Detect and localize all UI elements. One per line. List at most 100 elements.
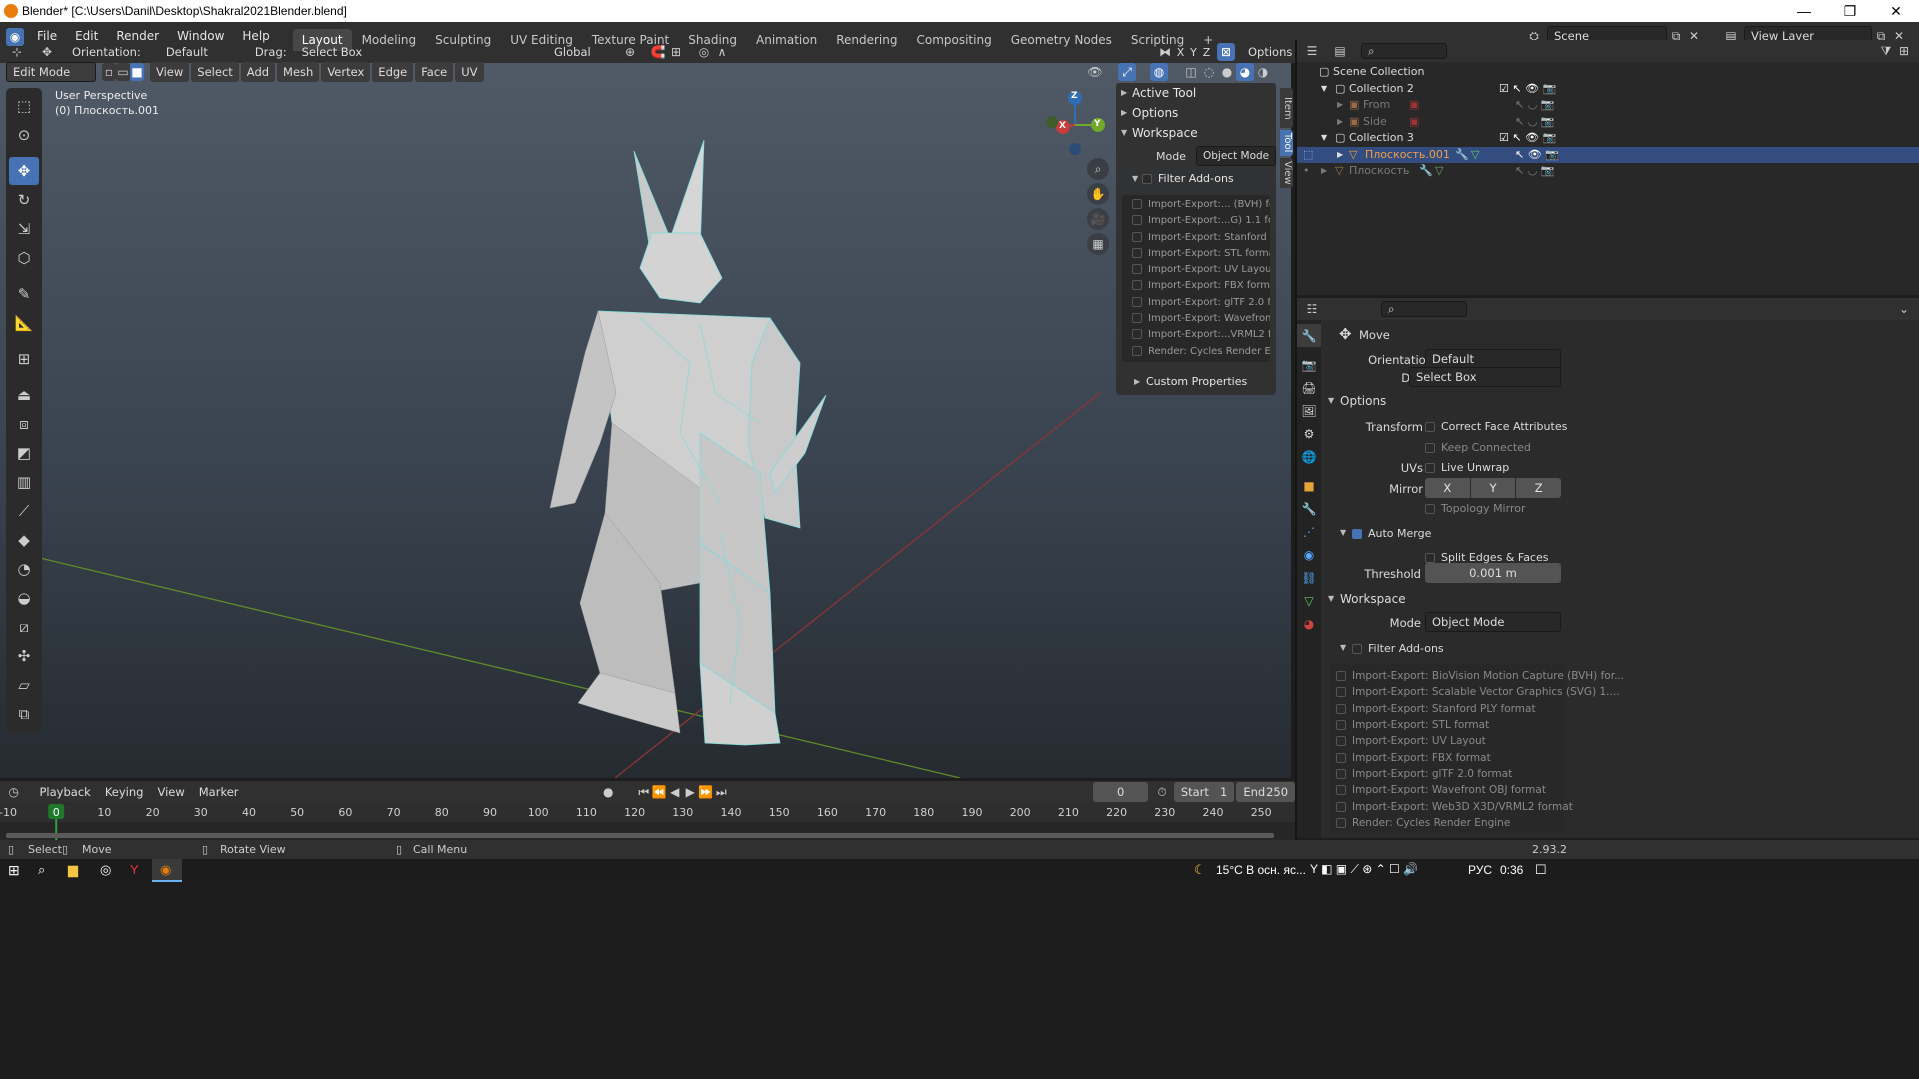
visibility-icon[interactable]: 👁 [1086,63,1104,81]
tab-compositing[interactable]: Compositing [907,29,1000,51]
drag-dropdown[interactable]: Select Box [295,42,367,62]
auto-merge-checkbox[interactable] [1352,528,1362,539]
select-box-tool[interactable]: ⬚ [9,92,39,120]
poly-build-tool[interactable]: ◆ [9,526,39,554]
addon-item[interactable]: Import-Export: FBX format [1122,278,1270,294]
orientation-dropdown[interactable]: Default [159,42,237,62]
play-icon[interactable]: ▶ [683,783,699,801]
drag-dropdown[interactable]: Select Box [1409,367,1561,387]
edge-select-icon[interactable]: ▭ [116,63,130,81]
addon-item[interactable]: Import-Export: Wavefront OB... [1122,311,1270,327]
outliner-row-plane-001[interactable]: ⬚ ▶ ▽ Плоскость.001 🔧 ▽ ↖ 👁 📷 [1297,146,1919,164]
menu-select[interactable]: Select [191,62,239,82]
row-visibility-icons[interactable]: ↖ ◡ 📷 [1515,114,1555,131]
vertex-select-icon[interactable]: ▫ [102,63,116,81]
options-chevron-icon[interactable]: ⌄ [1895,300,1913,318]
correct-face-row[interactable]: Correct Face Attributes [1425,419,1567,433]
render-tab-icon[interactable]: 📷 [1297,353,1321,376]
menu-mesh[interactable]: Mesh [277,62,320,82]
options-section[interactable]: ▶ Options [1116,103,1276,123]
scene-tab-icon[interactable]: ⚙ [1297,422,1321,445]
outliner-editor-icon[interactable]: ☰ [1303,42,1321,60]
wireframe-shading-icon[interactable]: ◌ [1200,63,1218,81]
auto-merge-row[interactable]: Auto Merge [1352,526,1431,540]
addon-item[interactable]: Import-Export: STL format [1336,719,1489,731]
addon-item[interactable]: Import-Export: FBX format [1336,752,1491,764]
custom-properties-section[interactable]: ▶ Custom Properties [1116,372,1276,392]
language-indicator[interactable]: РУС [1468,863,1492,877]
outliner-row-scene-collection[interactable]: ▢ Scene Collection [1297,64,1919,81]
menu-add[interactable]: Add [240,62,276,82]
addon-item[interactable]: Import-Export: Wavefront OBJ format [1336,784,1546,796]
scale-tool[interactable]: ⇲ [9,215,39,243]
transform-orientation-dropdown[interactable]: Global [547,42,611,62]
inset-tool[interactable]: ⧈ [9,410,39,438]
move-tool[interactable]: ✥ [9,157,39,185]
filter-addons-checkbox[interactable] [1142,174,1152,184]
mirror-x-toggle[interactable]: X [1174,46,1187,59]
options-dropdown[interactable]: Options [1241,42,1293,62]
solid-shading-icon[interactable]: ● [1218,63,1236,81]
menu-uv[interactable]: UV [455,62,484,82]
addon-item[interactable]: Import-Export: Stanford PLY format [1336,703,1536,715]
outliner-row-collection-3[interactable]: ▼ ▢ Collection 3 ☑ ↖ 👁 📷 [1297,130,1919,147]
material-shading-icon[interactable]: ◕ [1236,63,1254,81]
active-tool-section[interactable]: ▶ Active Tool [1116,83,1276,103]
snap-target-icon[interactable]: ⊞ [667,43,685,61]
start-frame-field[interactable]: Start 1 [1173,781,1235,802]
auto-merge-icon[interactable]: ⊠ [1217,43,1235,61]
data-tab-icon[interactable]: ▽ [1297,589,1321,612]
weather-text[interactable]: 15°C В осн. яс... [1216,863,1306,877]
topology-mirror-row[interactable]: Topology Mirror [1425,501,1525,515]
material-tab-icon[interactable]: ◕ [1297,612,1321,635]
addon-item[interactable]: Import-Export: glTF 2.0 format [1122,295,1270,311]
outliner-row-side[interactable]: ▶ ▣ Side ▣ ↖ ◡ 📷 [1297,114,1919,131]
addon-item[interactable]: Import-Export: UV Layout [1336,735,1486,747]
row-visibility-icons[interactable]: ☑ ↖ 👁 📷 [1499,130,1556,147]
row-visibility-icons[interactable]: ↖ 👁 📷 [1515,147,1559,164]
split-edges-checkbox[interactable] [1425,552,1435,563]
xray-icon[interactable]: ◫ [1182,63,1200,81]
play-reverse-icon[interactable]: ◀ [667,783,683,801]
current-frame-field[interactable]: 0 [1093,781,1149,802]
mirror-y-button[interactable]: Y [1470,478,1516,498]
output-tab-icon[interactable]: 🖨 [1297,376,1321,399]
addon-item[interactable]: Import-Export:... (BVH) format [1122,197,1270,213]
render-shading-icon[interactable]: ◑ [1254,63,1272,81]
live-unwrap-row[interactable]: Live Unwrap [1425,460,1509,474]
new-collection-icon[interactable]: ⊞ [1895,42,1913,60]
world-tab-icon[interactable]: 🌐 [1297,445,1321,468]
row-visibility-icons[interactable]: ↖ ◡ 📷 [1515,97,1555,114]
addon-item[interactable]: Import-Export:...VRML2 format [1122,327,1270,343]
record-icon[interactable]: ● [601,783,617,801]
proportional-edit-icon[interactable]: ◎ [695,43,713,61]
prev-keyframe-icon[interactable]: ⏪ [652,783,668,801]
modifier-tab-icon[interactable]: 🔧 [1297,497,1321,520]
row-visibility-icons[interactable]: ↖ ◡ 📷 [1515,163,1555,180]
view-layer-tab-icon[interactable]: 🖼 [1297,399,1321,422]
filter-addons-row[interactable]: Filter Add-ons [1352,641,1444,655]
mirror-z-toggle[interactable]: Z [1200,46,1213,59]
outliner-row-collection-2[interactable]: ▼ ▢ Collection 2 ☑ ↖ 👁 📷 [1297,81,1919,98]
search-icon[interactable]: ⌕ [38,862,45,878]
filter-icon[interactable]: ⧩ [1877,42,1895,60]
next-keyframe-icon[interactable]: ⏩ [698,783,714,801]
annotate-tool[interactable]: ✎ [9,280,39,308]
workspace-mode-dropdown[interactable]: Object Mode [1195,146,1277,166]
physics-tab-icon[interactable]: ◉ [1297,543,1321,566]
addon-item[interactable]: Import-Export: BioVision Motion Capture … [1336,670,1624,682]
playback-menu[interactable]: Playback [34,782,97,802]
orientation-dropdown[interactable]: Default [1425,349,1561,369]
addon-item[interactable]: Render: Cycles Render Engine [1122,344,1270,360]
snap-icon[interactable]: 🧲 [649,43,667,61]
mirror-y-toggle[interactable]: Y [1187,46,1200,59]
particles-tab-icon[interactable]: ⋰ [1297,520,1321,543]
sidebar-tab-item[interactable]: Item [1280,88,1293,128]
3d-viewport[interactable]: Z X Y User Perspective (0) Плоскость.001… [0,63,1291,778]
notifications-icon[interactable]: ☐ [1535,862,1547,878]
shear-tool[interactable]: ▱ [9,671,39,699]
jump-end-icon[interactable]: ⏭ [714,783,730,801]
tab-sculpting[interactable]: Sculpting [426,29,500,51]
gizmo-toggle-icon[interactable]: ⤢ [1118,63,1136,81]
menu-edge[interactable]: Edge [372,62,414,82]
